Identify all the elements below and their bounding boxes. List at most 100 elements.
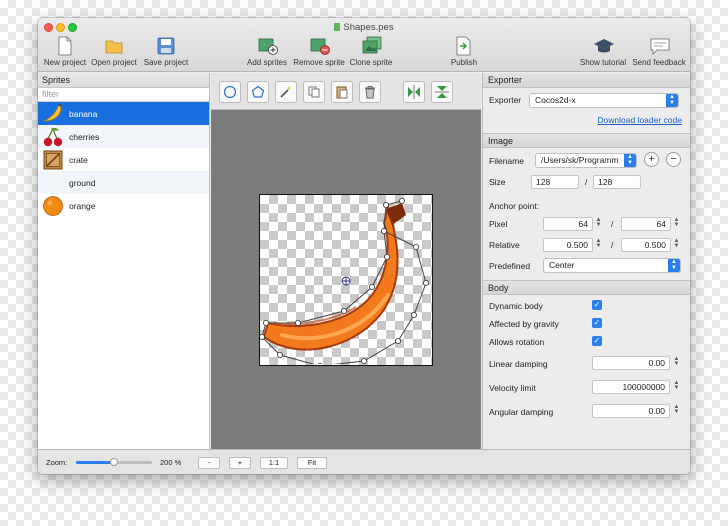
sprite-filter-input[interactable]: filter — [38, 88, 209, 102]
relative-x-field[interactable]: 0.500 — [543, 238, 593, 252]
size-height-field[interactable]: 128 — [593, 175, 641, 189]
sprite-item-label: orange — [69, 200, 96, 211]
zoom-label: Zoom: — [46, 458, 68, 467]
sprite-frame[interactable] — [259, 194, 433, 366]
banana-sprite[interactable] — [260, 195, 431, 364]
flip-horizontal-button[interactable] — [403, 81, 425, 103]
pixel-y-field[interactable]: 64 — [621, 217, 671, 231]
size-width-field[interactable]: 128 — [531, 175, 579, 189]
download-loader-code-link[interactable]: Download loader code — [597, 115, 682, 125]
sprite-item-ground[interactable]: ground — [38, 171, 209, 194]
velocity-limit-stepper[interactable]: ▲ ▼ — [673, 380, 680, 393]
trash-icon — [365, 86, 375, 99]
send-feedback-label: Send feedback — [632, 58, 686, 67]
zoom-fit-button[interactable]: Fit — [297, 457, 327, 469]
allows-rotation-label: Allows rotation — [489, 337, 545, 347]
paste-button[interactable] — [331, 81, 353, 103]
sprite-item-label: crate — [69, 154, 88, 165]
add-sprites-button[interactable]: Add sprites — [244, 36, 290, 67]
relative-y-stepper[interactable]: ▲ ▼ — [673, 238, 680, 251]
affected-by-gravity-label: Affected by gravity — [489, 319, 559, 329]
pixel-x-stepper[interactable]: ▲ ▼ — [595, 217, 602, 230]
size-separator: / — [585, 177, 588, 187]
sprite-item-orange[interactable]: orange — [38, 194, 209, 217]
publish-button[interactable]: Publish — [446, 36, 482, 67]
relative-y-field[interactable]: 0.500 — [621, 238, 671, 252]
zoom-slider[interactable] — [76, 458, 152, 466]
zoom-slider-knob[interactable] — [110, 458, 118, 466]
filename-select[interactable]: /Users/sk/Programm ▲ ▼ — [535, 153, 637, 168]
predefined-value: Center — [549, 260, 575, 270]
canvas-toolbar — [211, 73, 481, 110]
zoom-slider-fill — [76, 461, 114, 464]
canvas-area[interactable] — [211, 73, 481, 449]
zoom-actual-size-button[interactable]: 1:1 — [260, 457, 288, 469]
copy-icon — [308, 86, 320, 98]
magic-wand-tool-button[interactable] — [275, 81, 297, 103]
velocity-limit-label: Velocity limit — [489, 383, 536, 393]
folder-icon — [104, 36, 124, 56]
clone-sprite-button[interactable]: Clone sprite — [348, 36, 394, 67]
predefined-label: Predefined — [489, 261, 531, 271]
dynamic-body-checkbox[interactable]: ✓ — [592, 300, 602, 310]
show-tutorial-button[interactable]: Show tutorial — [578, 36, 628, 67]
add-image-button[interactable]: + — [644, 152, 659, 167]
cherries-icon — [42, 126, 64, 148]
save-project-button[interactable]: Save project — [142, 36, 190, 67]
angular-damping-field[interactable]: 0.00 — [592, 404, 670, 418]
linear-damping-label: Linear damping — [489, 359, 548, 369]
sprite-item-label: cherries — [69, 131, 100, 142]
delete-button[interactable] — [359, 81, 381, 103]
relative-x-stepper[interactable]: ▲ ▼ — [595, 238, 602, 251]
crate-icon — [42, 149, 64, 171]
banana-icon — [42, 102, 64, 125]
angular-damping-stepper[interactable]: ▲ ▼ — [673, 404, 680, 417]
sprite-item-label: ground — [69, 177, 96, 188]
linear-damping-field[interactable]: 0.00 — [592, 356, 670, 370]
speech-bubble-icon — [649, 36, 670, 56]
save-project-label: Save project — [143, 58, 189, 67]
new-document-icon — [55, 36, 75, 56]
zoom-in-button[interactable]: + — [229, 457, 251, 469]
sprite-item-label: banana — [69, 108, 98, 119]
pixel-x-field[interactable]: 64 — [543, 217, 593, 231]
image-section-header: Image — [483, 133, 690, 148]
app-window: Shapes.pes New project Open project Save… — [38, 18, 690, 474]
dynamic-body-label: Dynamic body — [489, 301, 543, 311]
show-tutorial-label: Show tutorial — [579, 58, 627, 67]
copy-button[interactable] — [303, 81, 325, 103]
window-title-text: Shapes.pes — [343, 22, 394, 33]
pixel-separator: / — [611, 219, 614, 229]
clone-sprite-icon — [361, 36, 382, 56]
predefined-select[interactable]: Center ▲ ▼ — [543, 258, 681, 273]
velocity-limit-field[interactable]: 100000000 — [592, 380, 670, 394]
remove-image-button[interactable]: − — [666, 152, 681, 167]
circle-tool-button[interactable] — [219, 81, 241, 103]
anchor-point-icon[interactable] — [341, 276, 351, 286]
new-project-button[interactable]: New project — [42, 36, 88, 67]
exporter-label: Exporter — [489, 95, 522, 105]
clone-sprite-label: Clone sprite — [349, 58, 393, 67]
linear-damping-stepper[interactable]: ▲ ▼ — [673, 356, 680, 369]
relative-label: Relative — [489, 240, 520, 250]
publish-label: Publish — [450, 58, 478, 67]
remove-sprite-button[interactable]: Remove sprite — [292, 36, 346, 67]
sprite-item-banana[interactable]: banana — [38, 102, 209, 125]
open-project-button[interactable]: Open project — [90, 36, 138, 67]
sprite-item-cherries[interactable]: cherries — [38, 125, 209, 148]
sprite-item-crate[interactable]: crate — [38, 148, 209, 171]
flip-vertical-button[interactable] — [431, 81, 453, 103]
magic-wand-icon — [280, 86, 291, 98]
affected-by-gravity-checkbox[interactable]: ✓ — [592, 318, 602, 328]
zoom-out-button[interactable]: - — [198, 457, 220, 469]
polygon-tool-button[interactable] — [247, 81, 269, 103]
pixel-y-stepper[interactable]: ▲ ▼ — [673, 217, 680, 230]
chevron-updown-icon: ▲ ▼ — [666, 94, 678, 107]
paste-icon — [336, 86, 348, 99]
add-sprites-label: Add sprites — [246, 58, 288, 67]
relative-separator: / — [611, 240, 614, 250]
allows-rotation-checkbox[interactable]: ✓ — [592, 336, 602, 346]
publish-icon — [454, 36, 474, 56]
send-feedback-button[interactable]: Send feedback — [632, 36, 686, 67]
exporter-select[interactable]: Cocos2d-x ▲ ▼ — [529, 93, 679, 108]
